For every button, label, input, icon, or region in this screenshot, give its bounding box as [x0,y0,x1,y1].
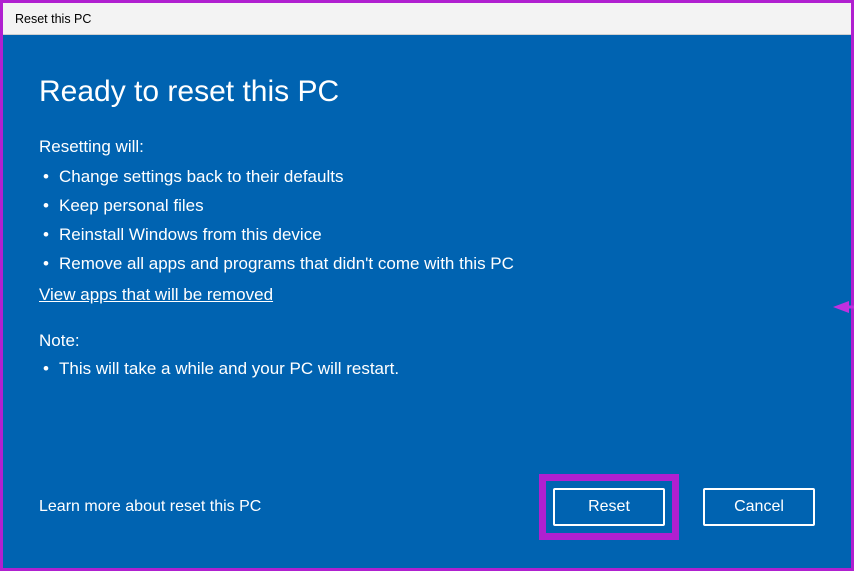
note-list: This will take a while and your PC will … [43,355,815,384]
note-label: Note: [39,331,815,351]
cancel-button[interactable]: Cancel [703,488,815,526]
learn-more-link[interactable]: Learn more about reset this PC [39,498,261,516]
list-item: Change settings back to their defaults [43,163,815,192]
list-item: Remove all apps and programs that didn't… [43,250,815,279]
view-apps-link[interactable]: View apps that will be removed [39,285,273,305]
view-apps-row: View apps that will be removed [39,283,815,331]
resetting-list: Change settings back to their defaults K… [43,163,815,279]
page-heading: Ready to reset this PC [39,75,815,109]
window-title: Reset this PC [15,12,91,26]
button-group: Reset Cancel [539,474,815,540]
dialog-footer: Learn more about reset this PC Reset Can… [39,474,815,540]
dialog-content: Ready to reset this PC Resetting will: C… [3,35,851,568]
window-titlebar: Reset this PC [3,3,851,35]
list-item: This will take a while and your PC will … [43,355,815,384]
reset-button[interactable]: Reset [553,488,665,526]
annotation-arrow-icon [833,298,854,316]
annotation-highlight-box: Reset [539,474,679,540]
list-item: Keep personal files [43,192,815,221]
resetting-label: Resetting will: [39,137,815,157]
list-item: Reinstall Windows from this device [43,221,815,250]
